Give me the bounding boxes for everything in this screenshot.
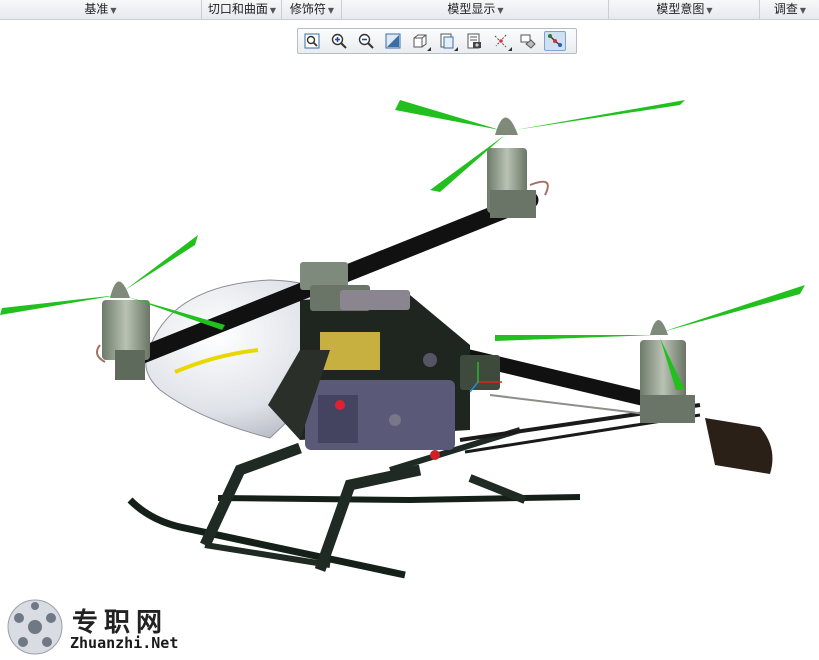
spin-center-button[interactable] <box>517 31 539 51</box>
propeller-blade <box>662 285 805 332</box>
dropdown-arrow-icon: ▼ <box>110 6 117 15</box>
spin-center-icon <box>520 34 536 49</box>
propeller-blade <box>495 335 655 341</box>
propeller-blade <box>0 295 118 315</box>
ribbon-group-label: 修饰符 <box>289 2 326 16</box>
ribbon-group-modifiers[interactable]: 修饰符 ▼ <box>281 0 342 19</box>
zoom-in-button[interactable] <box>328 31 350 51</box>
view-manager-button[interactable] <box>463 31 485 51</box>
ribbon-group-investigate[interactable]: 调查 ▼ <box>759 0 819 19</box>
repaint-icon <box>385 33 401 49</box>
motor-rear-right <box>495 285 805 423</box>
ribbon-group-label: 模型显示 <box>447 2 496 16</box>
dropdown-arrow-icon: ▼ <box>327 6 335 15</box>
dropdown-arrow-icon: ▼ <box>269 6 277 15</box>
ribbon-group-cuts-surfaces[interactable]: 切口和曲面 ▼ <box>201 0 282 19</box>
ribbon-group-datum[interactable]: 基准 ▼ <box>0 0 201 19</box>
ribbon-group-model-intent[interactable]: 模型意图 ▼ <box>608 0 760 19</box>
landing-gear <box>127 427 581 579</box>
view-manager-icon <box>467 33 481 49</box>
ribbon-group-label: 调查 <box>773 2 798 16</box>
propeller-blade <box>395 100 500 130</box>
propeller-blade <box>125 235 198 290</box>
model-graphics-area[interactable] <box>0 56 819 660</box>
graphics-toolbar <box>297 28 577 54</box>
display-style-button[interactable] <box>409 31 431 51</box>
ribbon-group-label: 基准 <box>84 2 109 16</box>
ribbon-group-label: 切口和曲面 <box>207 2 268 16</box>
tail-fin <box>705 418 773 474</box>
propeller-blade <box>515 100 685 130</box>
watermark-url-text: Zhuanzhi.Net <box>70 634 179 652</box>
ribbon-group-bar: 基准 ▼ 切口和曲面 ▼ 修饰符 ▼ 模型显示 ▼ 模型意图 ▼ 调查 ▼ <box>0 0 819 20</box>
dropdown-arrow-icon: ▼ <box>497 6 504 15</box>
zoom-in-icon <box>331 33 347 49</box>
ribbon-group-label: 模型意图 <box>656 2 705 16</box>
saved-orientations-button[interactable] <box>436 31 458 51</box>
datum-display-filters-button[interactable] <box>490 31 512 51</box>
zoom-out-icon <box>358 33 374 49</box>
zoom-out-button[interactable] <box>355 31 377 51</box>
annotation-display-button[interactable] <box>544 31 566 51</box>
motor-rear-left <box>395 100 685 218</box>
dropdown-arrow-icon: ▼ <box>706 6 713 15</box>
refit-icon <box>304 33 320 49</box>
ribbon-group-model-display[interactable]: 模型显示 ▼ <box>341 0 609 19</box>
watermark: 专职网 Zhuanzhi.Net <box>4 598 204 658</box>
soccer-ball-logo-icon <box>7 599 63 655</box>
dropdown-arrow-icon: ▼ <box>799 6 807 15</box>
repaint-button[interactable] <box>382 31 404 51</box>
annotation-display-icon <box>548 34 562 47</box>
refit-button[interactable] <box>301 31 323 51</box>
